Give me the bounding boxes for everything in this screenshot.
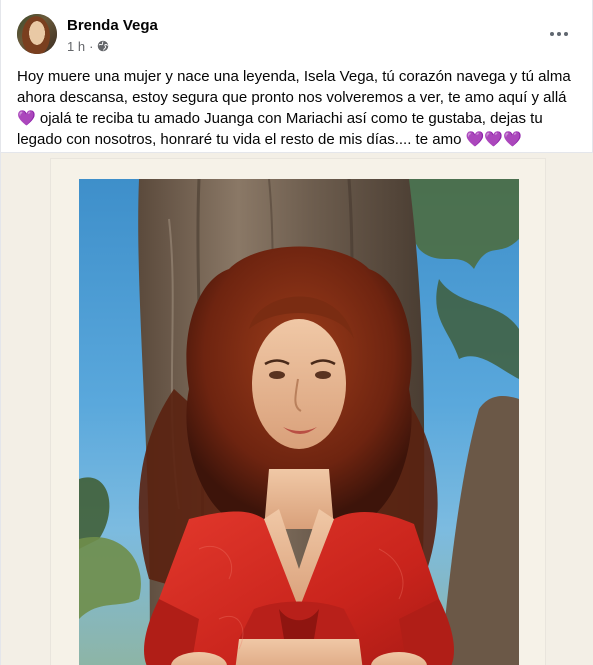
portrait-photo bbox=[79, 179, 519, 665]
post-header: Brenda Vega 1 h · bbox=[1, 0, 593, 60]
post-photo[interactable] bbox=[1, 153, 593, 665]
photo-card-border bbox=[51, 159, 545, 665]
more-horizontal-icon bbox=[550, 32, 568, 36]
purple-hearts-emoji: 💜💜💜 bbox=[465, 131, 522, 148]
more-options-button[interactable] bbox=[541, 18, 577, 50]
portrait-illustration bbox=[79, 179, 519, 665]
purple-heart-emoji: 💜 bbox=[17, 110, 36, 127]
post-meta: 1 h · bbox=[67, 38, 109, 54]
author-name[interactable]: Brenda Vega bbox=[67, 17, 158, 34]
caption-text-part-1: Hoy muere una mujer y nace una leyenda, … bbox=[17, 68, 571, 106]
avatar[interactable] bbox=[17, 14, 57, 54]
meta-separator: · bbox=[89, 38, 94, 54]
globe-icon[interactable] bbox=[97, 40, 109, 52]
avatar-image bbox=[17, 14, 57, 54]
post-caption: Hoy muere una mujer y nace una leyenda, … bbox=[17, 66, 581, 150]
facebook-post: Brenda Vega 1 h · Hoy muere una mujer y … bbox=[0, 0, 593, 665]
caption-text-part-2: ojalá te reciba tu amado Juanga con Mari… bbox=[17, 110, 543, 148]
timestamp[interactable]: 1 h bbox=[67, 39, 85, 54]
